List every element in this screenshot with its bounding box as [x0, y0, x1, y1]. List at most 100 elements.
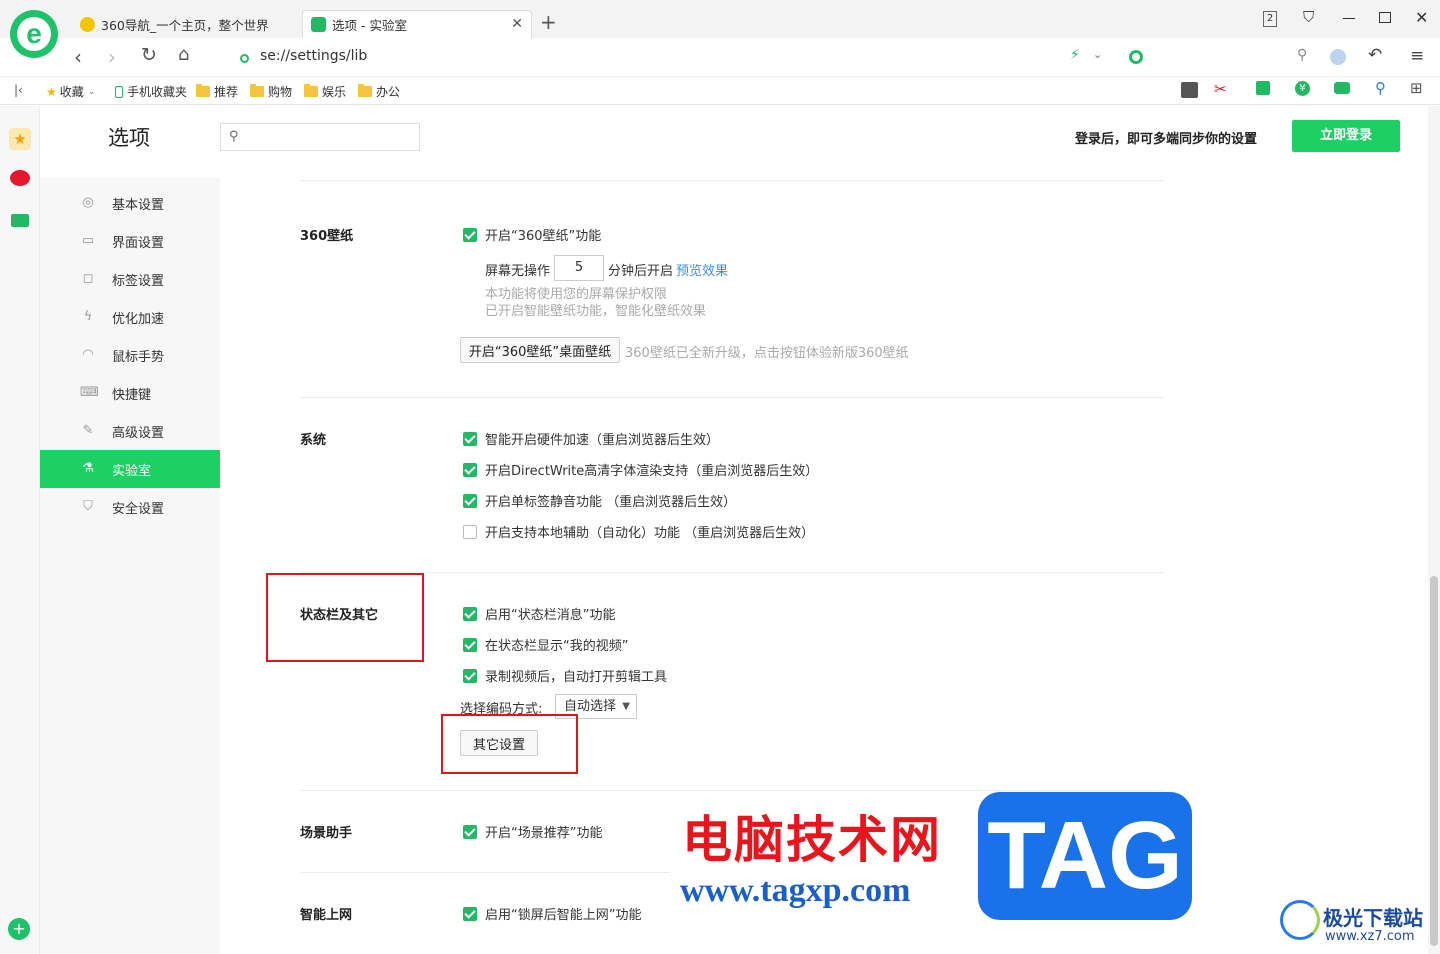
search-icon[interactable]: ⚲	[1297, 47, 1307, 63]
undo-icon[interactable]: ↶	[1368, 45, 1382, 65]
scissors-icon[interactable]: ✂	[1214, 80, 1227, 98]
sidebar-item-basic[interactable]: ◎ 基本设置	[40, 184, 220, 222]
section-title-smart: 智能上网	[300, 908, 353, 923]
checkbox-statusbar-messages[interactable]: 启用“状态栏消息”功能	[463, 604, 615, 623]
browser-logo[interactable]: e	[10, 10, 58, 58]
reader-icon[interactable]	[1181, 82, 1198, 98]
chevron-down-icon[interactable]: ⌄	[1093, 48, 1102, 61]
checkbox-auto-editor[interactable]: 录制视频后，自动打开剪辑工具	[463, 666, 667, 685]
sidebar-item-interface[interactable]: ▭ 界面设置	[40, 222, 220, 260]
bookmark-folder-entertainment[interactable]: 娱乐	[304, 83, 346, 100]
bookmark-label: 购物	[268, 85, 293, 99]
aurora-logo-icon	[1280, 900, 1320, 940]
sidebar-item-mouse[interactable]: ◠ 鼠标手势	[40, 336, 220, 374]
checkbox-label: 智能开启硬件加速（重启浏览器后生效）	[485, 433, 720, 448]
menu-icon[interactable]: ≡	[1410, 46, 1424, 66]
checkbox-wallpaper-enable[interactable]: 开启“360壁纸”功能	[463, 225, 601, 244]
checkbox-checked-icon	[463, 906, 477, 921]
desktop-wallpaper-button[interactable]: 开启“360壁纸”桌面壁纸	[460, 337, 620, 363]
checkbox-my-videos[interactable]: 在状态栏显示“我的视频”	[463, 635, 628, 654]
search-engine-icon[interactable]	[1129, 50, 1143, 64]
bookmark-label: 手机收藏夹	[127, 85, 188, 99]
checkbox-label: 开启支持本地辅助（自动化）功能 （重启浏览器后生效）	[485, 526, 815, 541]
bookmark-favorites[interactable]: ★ 收藏 ⌄	[46, 83, 95, 100]
idle-minutes-input[interactable]: 5	[554, 255, 604, 281]
watermark-url: www.tagxp.com	[680, 872, 911, 909]
apps-icon[interactable]: ⊞	[1410, 79, 1423, 97]
new-tab-icon[interactable]: +	[540, 10, 557, 34]
bookmark-folder-office[interactable]: 办公	[358, 83, 400, 100]
sidebar-item-optimize[interactable]: ϟ 优化加速	[40, 298, 220, 336]
maximize-icon[interactable]	[1379, 12, 1391, 23]
wallpaper-upgrade-note: 360壁纸已全新升级，点击按钮体验新版360壁纸	[625, 346, 909, 361]
translate-icon[interactable]	[1330, 49, 1346, 65]
add-sidebar-icon[interactable]: +	[8, 918, 30, 940]
bookmark-label: 推荐	[214, 85, 239, 99]
tab-settings[interactable]: 选项 - 实验室 ✕	[302, 10, 532, 38]
refresh-icon[interactable]: ↻	[141, 44, 157, 66]
mouse-icon: ◠	[82, 347, 94, 362]
gear-icon: ◎	[82, 195, 94, 210]
wallpaper-note-2: 已开启智能壁纸功能，智能化壁纸效果	[485, 304, 707, 319]
money-icon[interactable]: ¥	[1295, 81, 1310, 96]
minimize-icon[interactable]	[1343, 18, 1355, 19]
section-title-wallpaper: 360壁纸	[300, 229, 354, 244]
sidebar-toggle-icon[interactable]: |‹	[14, 83, 23, 97]
scrollbar-track[interactable]	[1428, 106, 1440, 954]
sidebar-item-shortcuts[interactable]: ⌨ 快捷键	[40, 374, 220, 412]
chevron-down-icon: ⌄	[87, 86, 96, 97]
home-icon[interactable]: ⌂	[178, 44, 189, 65]
checkbox-hw-accel[interactable]: 智能开启硬件加速（重启浏览器后生效）	[463, 429, 719, 448]
back-icon[interactable]: ‹	[74, 45, 82, 69]
checkbox-label: 录制视频后，自动打开剪辑工具	[485, 670, 668, 685]
bookmark-folder-shopping[interactable]: 购物	[250, 83, 292, 100]
bookmark-folder-recommend[interactable]: 推荐	[196, 83, 238, 100]
divider	[300, 572, 1164, 573]
checkbox-checked-icon	[463, 668, 477, 683]
checkbox-directwrite[interactable]: 开启DirectWrite高清字体渲染支持（重启浏览器后生效）	[463, 460, 818, 479]
sidebar-item-advanced[interactable]: ✎ 高级设置	[40, 412, 220, 450]
title-bar: e 360导航_一个主页，整个世界 选项 - 实验室 ✕ + 2 ⛉ ✕	[0, 0, 1440, 58]
checkbox-checked-icon	[463, 493, 477, 508]
checkbox-unchecked-icon	[463, 524, 477, 539]
search-input[interactable]	[249, 127, 414, 147]
forward-icon[interactable]: ›	[108, 45, 116, 69]
close-window-icon[interactable]: ✕	[1415, 8, 1428, 27]
settings-search[interactable]: ⚲	[220, 123, 420, 151]
lightning-mode-icon[interactable]: ⚡	[1070, 47, 1080, 63]
address-bar[interactable]: se://settings/lib	[260, 48, 367, 64]
checkbox-smart-online[interactable]: 启用“锁屏后智能上网”功能	[463, 904, 641, 923]
tab-count-badge[interactable]: 2	[1263, 11, 1277, 27]
translate-ext-icon[interactable]	[1256, 81, 1270, 95]
checkbox-automation[interactable]: 开启支持本地辅助（自动化）功能 （重启浏览器后生效）	[463, 522, 814, 541]
favorites-star-icon[interactable]: ★	[9, 128, 31, 150]
folder-icon	[250, 84, 264, 97]
sidebar-item-label: 优化加速	[112, 311, 165, 327]
checkbox-tab-mute[interactable]: 开启单标签静音功能 （重启浏览器后生效）	[463, 491, 736, 510]
sidebar-item-tabs[interactable]: ◻ 标签设置	[40, 260, 220, 298]
mail-icon[interactable]	[11, 214, 29, 227]
shirt-icon[interactable]: ⛉	[1303, 8, 1314, 26]
preview-link[interactable]: 预览效果	[676, 260, 728, 279]
checkbox-scene-recommend[interactable]: 开启“场景推荐”功能	[463, 822, 602, 841]
bookmark-label: 收藏	[59, 85, 84, 99]
tab-close-icon[interactable]: ✕	[511, 16, 523, 32]
lightning-icon: ϟ	[83, 309, 93, 324]
magnifier-icon[interactable]: ⚲	[1375, 79, 1386, 97]
wrench-tab-icon	[311, 17, 326, 32]
checkbox-label: 开启DirectWrite高清字体渲染支持（重启浏览器后生效）	[485, 464, 819, 479]
bookmark-label: 娱乐	[322, 85, 347, 99]
bookmark-mobile[interactable]: 手机收藏夹	[115, 83, 187, 100]
sidebar-item-security[interactable]: ⛉ 安全设置	[40, 488, 220, 526]
browser-logo-icon: e	[17, 17, 51, 51]
sidebar-item-label: 安全设置	[112, 501, 165, 517]
weibo-icon[interactable]	[10, 170, 30, 186]
game-icon[interactable]	[1334, 82, 1350, 94]
phone-icon	[115, 85, 123, 98]
sidebar-item-lab[interactable]: ⚗ 实验室	[40, 450, 220, 488]
tab-360-nav[interactable]: 360导航_一个主页，整个世界	[72, 10, 300, 38]
folder-icon	[196, 84, 210, 97]
scrollbar-thumb[interactable]	[1430, 576, 1438, 946]
sidebar-item-label: 实验室	[112, 463, 152, 479]
login-button[interactable]: 立即登录	[1292, 120, 1400, 152]
